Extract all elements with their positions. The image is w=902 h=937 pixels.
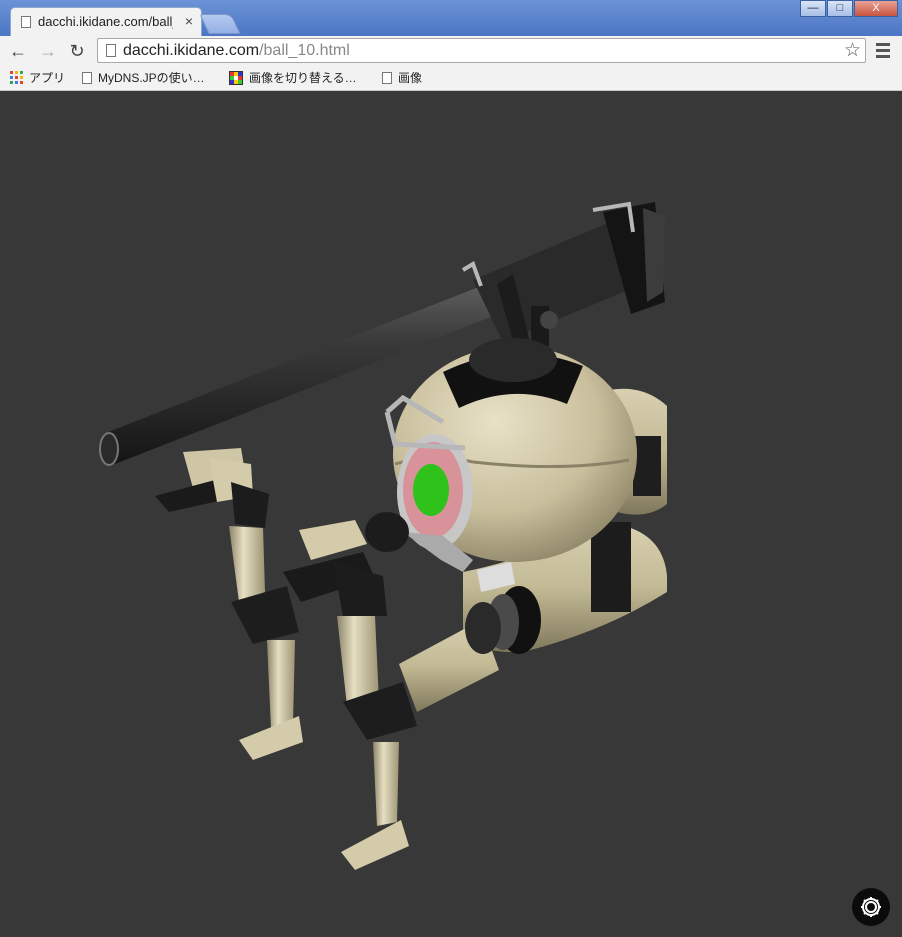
tab-close-button[interactable]: ×	[185, 13, 193, 29]
gear-icon	[861, 897, 881, 917]
color-grid-icon	[229, 70, 243, 85]
bookmark-image[interactable]: 画像	[382, 69, 422, 86]
tab-title: dacchi.ikidane.com/ball_	[38, 14, 173, 29]
forward-button[interactable]: →	[37, 40, 59, 62]
window-title-bar: dacchi.ikidane.com/ball_ × — □ X	[0, 0, 902, 36]
bookmark-apps[interactable]: アプリ	[10, 69, 65, 86]
page-icon	[382, 71, 392, 84]
reload-button[interactable]: ↻	[66, 40, 88, 62]
middle-arm	[283, 520, 417, 870]
lower-arm-tube	[399, 602, 501, 712]
left-arm	[155, 448, 303, 760]
bookmarks-bar: アプリ MyDNS.JPの使い… 画像を切り替える… 画像	[0, 66, 902, 91]
url-host: dacchi.ikidane.com	[123, 42, 260, 59]
robot-3d-scene[interactable]	[3, 92, 899, 937]
menu-icon[interactable]	[876, 40, 890, 62]
restore-button[interactable]: □	[827, 0, 853, 17]
address-bar[interactable]: dacchi.ikidane.com/ball_10.html ☆	[97, 38, 866, 63]
apps-grid-icon	[10, 71, 23, 84]
page-icon	[106, 44, 116, 57]
head-sphere	[384, 338, 637, 562]
bookmark-label: MyDNS.JPの使い…	[98, 71, 205, 85]
url-path: /ball_10.html	[259, 42, 350, 59]
url-text: dacchi.ikidane.com/ball_10.html	[123, 42, 350, 60]
webgl-viewport[interactable]	[3, 92, 899, 937]
settings-button[interactable]	[852, 888, 890, 926]
page-icon	[21, 16, 31, 28]
browser-toolbar: ← → ↻ dacchi.ikidane.com/ball_10.html ☆	[0, 36, 902, 66]
close-window-button[interactable]: X	[854, 0, 898, 17]
bookmark-mydns[interactable]: MyDNS.JPの使い…	[82, 69, 205, 86]
window-controls: — □ X	[799, 0, 898, 18]
page-icon	[82, 71, 92, 84]
bookmark-label: 画像を切り替える…	[249, 71, 357, 85]
new-tab-button[interactable]	[199, 14, 241, 34]
browser-tab[interactable]: dacchi.ikidane.com/ball_ ×	[10, 7, 202, 36]
bookmark-label: 画像	[398, 71, 423, 85]
minimize-button[interactable]: —	[800, 0, 826, 17]
back-button[interactable]: ←	[7, 40, 29, 62]
star-icon[interactable]: ☆	[844, 39, 861, 62]
bookmark-label: アプリ	[29, 71, 66, 85]
bookmark-image-switch[interactable]: 画像を切り替える…	[229, 69, 357, 86]
